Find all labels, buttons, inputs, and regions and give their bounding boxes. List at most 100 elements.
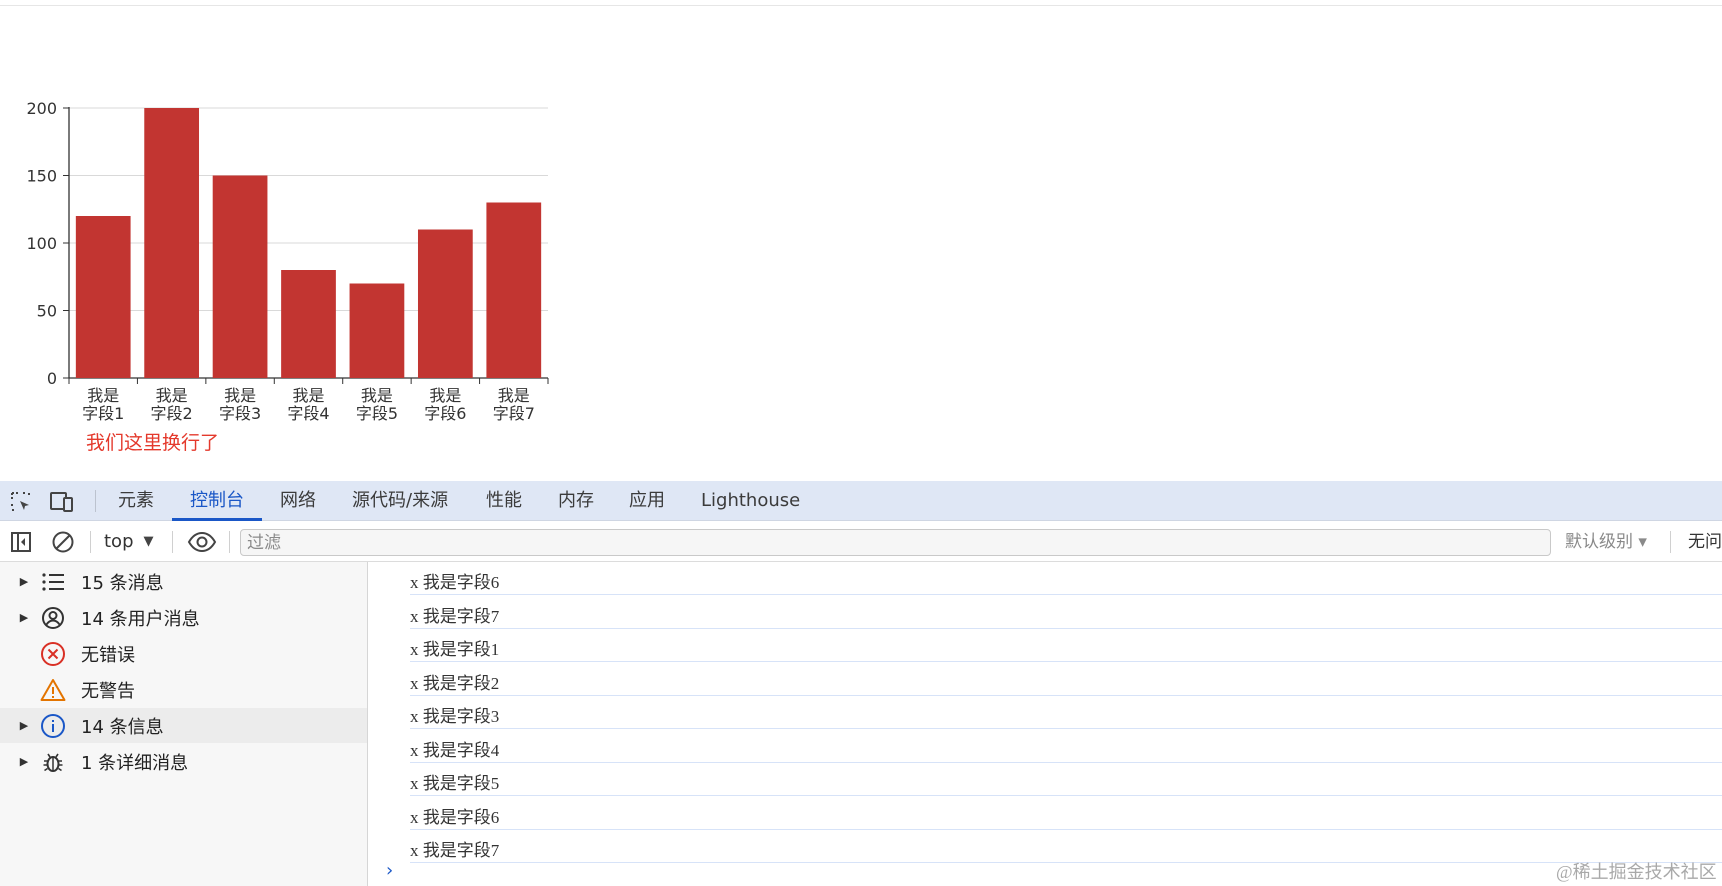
console-output: x 我是字段6ecx 我是字段7ecx 我是字段1ecx 我是字段2ecx 我是… <box>369 562 1722 886</box>
console-toolbar: top ▼ 默认级别 ▾ 无问 <box>0 522 1722 562</box>
context-selector[interactable]: top ▼ <box>104 530 154 554</box>
expand-triangle-icon[interactable]: ▶ <box>18 564 30 599</box>
clear-console-icon[interactable] <box>50 529 76 555</box>
sidebar-item-label: 14 条信息 <box>81 716 164 738</box>
sidebar-item-info[interactable]: ▶ 14 条信息 <box>0 708 367 743</box>
log-message-text: x 我是字段2 <box>410 673 500 693</box>
x-category-label-line: 我是 <box>361 386 393 405</box>
warning-icon <box>40 677 66 703</box>
console-log-row[interactable]: x 我是字段2ec <box>410 663 1722 696</box>
x-category-label: 我是字段1 <box>82 386 124 423</box>
x-category-label: 我是字段5 <box>356 386 398 423</box>
sidebar-toggle-icon[interactable] <box>8 529 34 555</box>
log-message-text: x 我是字段4 <box>410 740 500 760</box>
expand-triangle-icon[interactable]: ▶ <box>18 600 30 635</box>
dropdown-arrow-icon: ▼ <box>143 534 154 549</box>
x-category-label-line: 字段4 <box>287 404 329 423</box>
toolbar-separator <box>1670 531 1671 553</box>
expand-triangle-icon[interactable]: ▶ <box>18 708 30 743</box>
y-tick-label: 200 <box>26 99 57 118</box>
x-category-label-line: 字段7 <box>493 404 535 423</box>
sidebar-item-verbose[interactable]: ▶ 1 条详细消息 <box>0 744 367 779</box>
console-log-row[interactable]: x 我是字段7ec <box>410 830 1722 863</box>
device-toolbar-icon[interactable] <box>49 489 75 515</box>
page-content: 0 50 100 150 200 我是字段1 我是字段2 我是字段3 我是字段4 我是字段5 我是字… <box>0 0 1722 481</box>
active-tab-indicator <box>172 518 262 521</box>
y-tick-label: 50 <box>37 302 57 321</box>
issues-counter[interactable]: 无问 <box>1688 530 1722 554</box>
log-message-text: x 我是字段7 <box>410 606 500 626</box>
tab-memory[interactable]: 内存 <box>558 481 594 521</box>
sidebar-item-label: 无错误 <box>81 644 135 666</box>
console-log-row[interactable]: x 我是字段5ec <box>410 763 1722 796</box>
bar <box>417 229 473 378</box>
x-category-label-line: 字段3 <box>219 404 261 423</box>
sidebar-item-label: 无警告 <box>81 680 135 702</box>
y-tick-label: 100 <box>26 234 57 253</box>
log-message-text: x 我是字段3 <box>410 707 500 726</box>
x-category-label-line: 我是 <box>292 386 324 405</box>
tab-lighthouse[interactable]: Lighthouse <box>701 481 800 521</box>
console-log-row[interactable]: x 我是字段6ec <box>410 797 1722 830</box>
x-category-label: 我是字段7 <box>493 386 535 423</box>
console-log-row[interactable]: x 我是字段1ec <box>410 629 1722 662</box>
sidebar-item-messages[interactable]: ▶ 15 条消息 <box>0 564 367 599</box>
log-levels-dropdown[interactable]: 默认级别 ▾ <box>1565 530 1647 554</box>
bar <box>486 202 542 378</box>
tab-sources[interactable]: 源代码/来源 <box>352 481 448 521</box>
log-message-text: x 我是字段6 <box>410 573 500 592</box>
sidebar-item-label: 15 条消息 <box>81 572 164 594</box>
tab-separator <box>95 490 96 512</box>
tab-elements[interactable]: 元素 <box>118 481 154 521</box>
tab-performance[interactable]: 性能 <box>486 481 522 521</box>
bar <box>75 216 131 378</box>
inspect-element-icon[interactable] <box>8 489 34 515</box>
x-category-label: 我是字段3 <box>219 386 261 423</box>
console-filter-input[interactable] <box>240 529 1551 556</box>
toolbar-separator <box>90 531 91 553</box>
info-icon <box>40 713 66 739</box>
x-category-label-line: 字段1 <box>82 404 124 423</box>
toolbar-separator <box>172 531 173 553</box>
error-icon <box>40 641 66 667</box>
x-category-label: 我是字段4 <box>287 386 329 423</box>
user-circle-icon <box>40 605 66 631</box>
tab-network[interactable]: 网络 <box>280 481 316 521</box>
bar <box>349 283 405 378</box>
console-log-row[interactable]: x 我是字段6ec <box>410 562 1722 595</box>
y-tick-label: 0 <box>47 369 57 388</box>
x-category-label-line: 字段6 <box>424 404 466 423</box>
sidebar-item-label: 1 条详细消息 <box>81 752 189 774</box>
context-value: top <box>104 531 134 552</box>
devtools-panel: 元素 控制台 网络 源代码/来源 性能 内存 应用 Lighthouse top… <box>0 481 1722 886</box>
console-log-row[interactable]: x 我是字段3ec <box>410 696 1722 729</box>
sidebar-item-errors[interactable]: 无错误 <box>0 636 367 671</box>
live-expression-eye-icon[interactable] <box>187 529 217 555</box>
devtools-tab-bar: 元素 控制台 网络 源代码/来源 性能 内存 应用 Lighthouse <box>0 481 1722 521</box>
sidebar-item-user-messages[interactable]: ▶ 14 条用户消息 <box>0 600 367 635</box>
chart-annotation: 我们这里换行了 <box>86 432 219 454</box>
x-category-label-line: 字段5 <box>356 404 398 423</box>
expand-triangle-icon[interactable]: ▶ <box>18 744 30 779</box>
tab-application[interactable]: 应用 <box>629 481 665 521</box>
console-log-row[interactable]: x 我是字段7ec <box>410 596 1722 629</box>
x-category-label: 我是字段2 <box>151 386 193 423</box>
console-sidebar: ▶ 15 条消息 ▶ 14 条用户消息 无错误 无警告 ▶ 14 条信息 ▶ 1… <box>0 562 368 886</box>
watermark: @稀土掘金技术社区 <box>1556 862 1717 882</box>
console-log-row[interactable]: x 我是字段4ec <box>410 730 1722 763</box>
tab-console[interactable]: 控制台 <box>190 481 244 521</box>
bar <box>212 175 268 378</box>
list-icon <box>40 569 66 595</box>
toolbar-separator <box>229 531 230 553</box>
x-category-label: 我是字段6 <box>424 386 466 423</box>
x-category-label-line: 我是 <box>156 386 188 405</box>
x-category-label-line: 字段2 <box>151 404 193 423</box>
log-message-text: x 我是字段5 <box>410 774 500 793</box>
sidebar-item-warnings[interactable]: 无警告 <box>0 672 367 707</box>
x-category-label-line: 我是 <box>429 386 461 405</box>
console-prompt-icon[interactable]: › <box>386 860 393 881</box>
x-category-label-line: 我是 <box>224 386 256 405</box>
bar <box>281 270 336 378</box>
bar <box>144 108 200 378</box>
sidebar-item-label: 14 条用户消息 <box>81 608 200 630</box>
